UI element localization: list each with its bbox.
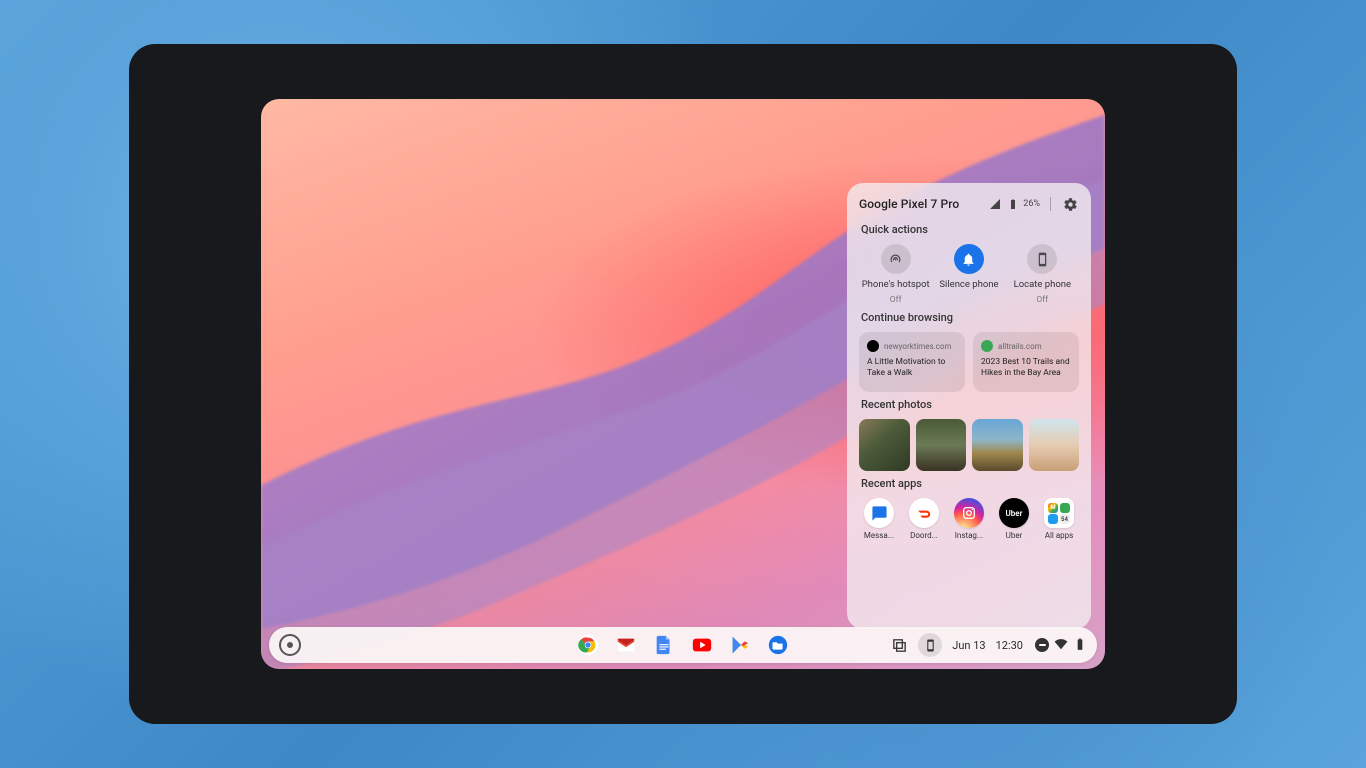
browse-card-alltrails[interactable]: alltrails.com 2023 Best 10 Trails and Hi… — [973, 332, 1079, 392]
recent-app-doordash[interactable]: Doord... — [904, 498, 944, 540]
shelf-app-chrome[interactable] — [576, 633, 600, 657]
silence-label: Silence phone — [939, 279, 998, 290]
shelf-time[interactable]: 12:30 — [996, 639, 1023, 652]
holding-space-icon[interactable] — [890, 636, 908, 654]
phone-hub-settings-button[interactable] — [1061, 195, 1079, 213]
phone-name: Google Pixel 7 Pro — [859, 197, 983, 211]
status-tray[interactable] — [1035, 636, 1087, 655]
browse-card-nyt[interactable]: newyorktimes.com A Little Motivation to … — [859, 332, 965, 392]
phone-battery: 26% — [1007, 198, 1040, 210]
recent-app-messages[interactable]: Messa... — [859, 498, 899, 540]
hotspot-label: Phone's hotspot — [862, 279, 930, 290]
recent-app-uber[interactable]: Uber Uber — [994, 498, 1034, 540]
shelf-app-youtube[interactable] — [690, 633, 714, 657]
shelf-app-gmail[interactable] — [614, 633, 638, 657]
uber-icon: Uber — [999, 498, 1029, 528]
quick-action-locate[interactable]: Locate phone Off — [1006, 244, 1078, 305]
recent-photos-title: Recent photos — [861, 398, 1079, 411]
locate-label: Locate phone — [1014, 279, 1071, 290]
recent-photo-2[interactable] — [916, 419, 967, 471]
shelf-status-area: Jun 13 12:30 — [890, 633, 1087, 657]
phone-hub-header: Google Pixel 7 Pro 26% — [859, 195, 1079, 213]
phone-signal-icon — [989, 198, 1001, 210]
doordash-icon — [909, 498, 939, 528]
quick-actions-title: Quick actions — [861, 223, 1079, 236]
quick-action-silence[interactable]: Silence phone — [933, 244, 1005, 305]
browse-site-0: newyorktimes.com — [884, 342, 952, 351]
instagram-icon — [954, 498, 984, 528]
shelf-app-play-store[interactable] — [728, 633, 752, 657]
continue-browsing-title: Continue browsing — [861, 311, 1079, 324]
shelf-date[interactable]: Jun 13 — [952, 639, 985, 652]
hotspot-sub: Off — [890, 295, 902, 305]
browse-title-0: A Little Motivation to Take a Walk — [867, 357, 957, 378]
shelf-app-files[interactable] — [766, 633, 790, 657]
wifi-icon — [1054, 636, 1068, 655]
recent-photo-3[interactable] — [972, 419, 1023, 471]
device-bezel: Google Pixel 7 Pro 26% Quick actions — [129, 44, 1237, 724]
locate-icon — [1027, 244, 1057, 274]
messages-icon — [864, 498, 894, 528]
shelf-pinned-apps — [576, 633, 790, 657]
all-apps-icon: M 54 — [1044, 498, 1074, 528]
alltrails-favicon — [981, 340, 993, 352]
recent-photo-1[interactable] — [859, 419, 910, 471]
recent-app-instagram[interactable]: Instag... — [949, 498, 989, 540]
bell-icon — [954, 244, 984, 274]
phone-hub-panel: Google Pixel 7 Pro 26% Quick actions — [847, 183, 1091, 629]
recent-apps-title: Recent apps — [861, 477, 1079, 490]
recent-app-allapps[interactable]: M 54 All apps — [1039, 498, 1079, 540]
quick-action-hotspot[interactable]: Phone's hotspot Off — [860, 244, 932, 305]
hotspot-icon — [881, 244, 911, 274]
dnd-icon — [1035, 638, 1049, 652]
page-background: Google Pixel 7 Pro 26% Quick actions — [0, 0, 1366, 768]
browse-title-1: 2023 Best 10 Trails and Hikes in the Bay… — [981, 357, 1071, 378]
shelf-app-docs[interactable] — [652, 633, 676, 657]
battery-icon — [1073, 636, 1087, 655]
recent-photo-4[interactable] — [1029, 419, 1080, 471]
chromebook-screen: Google Pixel 7 Pro 26% Quick actions — [261, 99, 1105, 669]
phone-battery-pct: 26% — [1023, 199, 1040, 209]
shelf: Jun 13 12:30 — [269, 627, 1097, 663]
header-divider — [1050, 197, 1051, 211]
phone-hub-tray-button[interactable] — [918, 633, 942, 657]
launcher-button[interactable] — [279, 634, 301, 656]
browse-site-1: alltrails.com — [998, 342, 1042, 351]
nyt-favicon — [867, 340, 879, 352]
locate-sub: Off — [1036, 295, 1048, 305]
